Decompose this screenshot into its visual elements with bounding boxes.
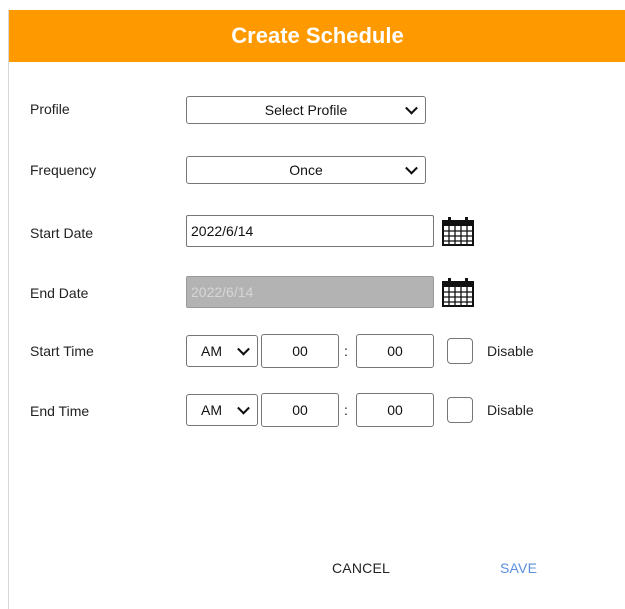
- end-time-hour-input[interactable]: 00: [261, 393, 339, 427]
- profile-label: Profile: [30, 101, 70, 117]
- calendar-icon[interactable]: [442, 216, 474, 246]
- frequency-label: Frequency: [30, 162, 97, 178]
- start-time-ampm-value: AM: [201, 343, 222, 359]
- end-time-label: End Time: [30, 403, 90, 419]
- end-date-label: End Date: [30, 285, 89, 301]
- end-time-ampm-value: AM: [201, 402, 222, 418]
- end-time-minute-input[interactable]: 00: [356, 393, 434, 427]
- start-date-input[interactable]: 2022/6/14: [186, 215, 434, 247]
- chevron-down-icon: [237, 342, 250, 356]
- end-date-input: 2022/6/14: [186, 276, 434, 308]
- save-button[interactable]: SAVE: [494, 559, 543, 577]
- frequency-select[interactable]: Once: [186, 156, 426, 184]
- chevron-down-icon: [237, 401, 250, 415]
- cancel-button[interactable]: CANCEL: [326, 559, 396, 577]
- end-time-disable-label: Disable: [487, 402, 534, 418]
- start-time-label: Start Time: [30, 343, 94, 359]
- start-time-ampm-select[interactable]: AM: [186, 335, 258, 367]
- start-time-disable-label: Disable: [487, 343, 534, 359]
- dialog-title: Create Schedule: [9, 10, 625, 62]
- time-separator: :: [344, 402, 348, 418]
- chevron-down-icon: [405, 161, 418, 175]
- start-date-label: Start Date: [30, 225, 94, 241]
- profile-select-value: Select Profile: [264, 102, 348, 118]
- start-time-disable-checkbox[interactable]: [447, 338, 473, 364]
- end-time-ampm-select[interactable]: AM: [186, 394, 258, 426]
- calendar-icon[interactable]: [442, 277, 474, 307]
- profile-select[interactable]: Select Profile: [186, 96, 426, 124]
- end-time-disable-checkbox[interactable]: [447, 397, 473, 423]
- start-time-hour-input[interactable]: 00: [261, 334, 339, 368]
- frequency-select-value: Once: [289, 162, 323, 178]
- chevron-down-icon: [405, 101, 418, 115]
- time-separator: :: [344, 343, 348, 359]
- start-time-minute-input[interactable]: 00: [356, 334, 434, 368]
